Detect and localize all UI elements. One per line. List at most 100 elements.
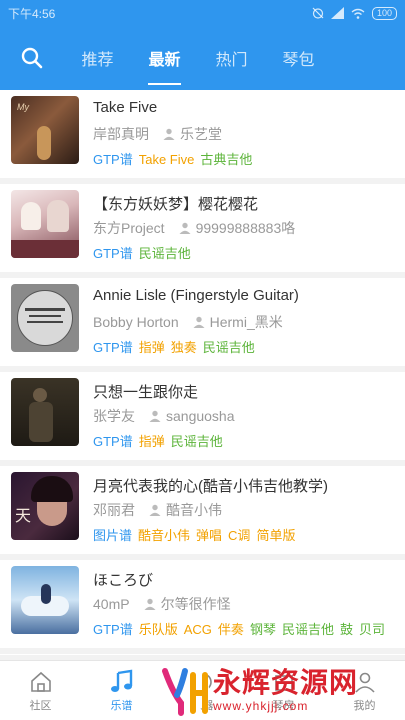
song-title: ほころび	[93, 572, 154, 589]
song-tags: GTP谱 Take Five 古典吉他	[93, 149, 258, 168]
uploader-name: Hermi_黑米	[209, 314, 283, 330]
tag[interactable]: 弹唱	[196, 528, 222, 543]
uploader: Hermi_黑米	[193, 312, 283, 332]
song-card[interactable]	[0, 654, 405, 655]
tab-bar: 推荐 最新 热门 琴包	[64, 26, 332, 90]
tag[interactable]: 独奏	[171, 340, 197, 355]
tab-latest[interactable]: 最新	[131, 26, 198, 90]
search-button[interactable]	[0, 26, 64, 90]
song-card[interactable]: 【东方妖妖梦】樱花樱花 东方Project 99999888883咯 GTP谱民…	[0, 184, 405, 272]
song-cover	[11, 566, 79, 634]
tag[interactable]: ACG	[184, 622, 212, 637]
uploader: 尔等很作怪	[144, 594, 231, 614]
song-meta: 岸部真明 乐艺堂	[93, 124, 222, 144]
tag[interactable]: 古典吉他	[200, 152, 252, 167]
bottom-nav-community[interactable]: 社区	[0, 661, 81, 720]
song-meta: 东方Project 99999888883咯	[93, 218, 295, 238]
song-artist: 东方Project	[93, 220, 165, 236]
song-card[interactable]: 天 月亮代表我的心(酷音小伟吉他教学) 邓丽君 酷音小伟 图片谱 酷音小伟 弹唱 C调…	[0, 466, 405, 554]
tag[interactable]: 乐队版	[139, 622, 178, 637]
song-list: My Take Five 岸部真明 乐艺堂 GTP谱 Take Five 古典吉他 …	[0, 90, 405, 655]
tag[interactable]: 民谣吉他	[171, 434, 223, 449]
user-icon	[144, 598, 156, 610]
song-tags: 图片谱 酷音小伟 弹唱 C调 简单版	[93, 525, 301, 544]
song-title: 【东方妖妖梦】樱花樱花	[93, 196, 259, 213]
user-icon	[193, 316, 205, 328]
song-tags: GTP谱 指弹 民谣吉他	[93, 431, 229, 450]
tag[interactable]: 伴奏	[218, 622, 244, 637]
uploader-name: 乐艺堂	[180, 126, 222, 142]
bottom-nav-scores[interactable]: 乐谱	[81, 661, 162, 720]
battery-icon: 100	[371, 6, 397, 20]
song-title: Take Five	[93, 99, 158, 116]
status-time: 下午4:56	[8, 6, 56, 21]
tag[interactable]: Take Five	[139, 152, 195, 167]
home-icon	[30, 671, 51, 692]
song-tags: GTP谱 乐队版 ACG 伴奏 钢琴 民谣吉他鼓贝司	[93, 619, 391, 638]
tag[interactable]: 鼓	[340, 622, 353, 637]
tag[interactable]: 酷音小伟	[138, 528, 190, 543]
song-artist: 张学友	[93, 408, 135, 424]
song-tags: GTP谱 指弹 独奏 民谣吉他	[93, 337, 261, 356]
watermark: 永辉资源网 www.yhkjjj.com	[157, 660, 405, 720]
uploader: 99999888883咯	[179, 218, 296, 238]
song-card[interactable]: My Take Five 岸部真明 乐艺堂 GTP谱 Take Five 古典吉他	[0, 90, 405, 178]
tag[interactable]: 民谣吉他	[139, 246, 191, 261]
tag[interactable]: GTP谱	[93, 152, 133, 167]
bottom-nav-label: 乐谱	[110, 699, 133, 712]
watermark-text: 永辉资源网 www.yhkjjj.com	[213, 667, 358, 713]
uploader-name: 99999888883咯	[195, 220, 296, 236]
signal-icon	[330, 7, 344, 19]
watermark-title: 永辉资源网	[213, 667, 359, 698]
song-artist: 岸部真明	[93, 126, 149, 142]
tag[interactable]: GTP谱	[93, 434, 133, 449]
song-title: 只想一生跟你走	[93, 384, 199, 401]
song-cover	[11, 284, 79, 352]
tag[interactable]: 指弹	[139, 434, 165, 449]
tab-recommend[interactable]: 推荐	[64, 26, 131, 90]
tag[interactable]: C调	[228, 528, 250, 543]
tab-bundle[interactable]: 琴包	[265, 26, 332, 90]
song-card[interactable]: ほころび 40mP 尔等很作怪 GTP谱 乐队版 ACG 伴奏 钢琴 民谣吉他鼓贝司	[0, 560, 405, 648]
song-artist: 40mP	[93, 596, 130, 612]
song-meta: 张学友 sanguosha	[93, 406, 235, 426]
bottom-nav-label: 社区	[29, 699, 52, 712]
song-card[interactable]: 只想一生跟你走 张学友 sanguosha GTP谱 指弹 民谣吉他	[0, 372, 405, 460]
watermark-url: www.yhkjjj.com	[213, 699, 309, 713]
tag[interactable]: GTP谱	[93, 340, 133, 355]
tag[interactable]: 钢琴	[250, 622, 276, 637]
tag[interactable]: GTP谱	[93, 246, 133, 261]
song-cover	[11, 378, 79, 446]
tag[interactable]: 贝司	[359, 622, 385, 637]
song-tags: GTP谱 民谣吉他	[93, 243, 197, 262]
top-nav: 推荐 最新 热门 琴包	[0, 26, 405, 90]
watermark-logo	[159, 665, 209, 716]
search-icon	[21, 47, 43, 69]
song-meta: Bobby Horton Hermi_黑米	[93, 312, 283, 332]
tag[interactable]: 图片谱	[93, 528, 132, 543]
song-artist: 邓丽君	[93, 502, 135, 518]
uploader-name: 酷音小伟	[166, 502, 222, 518]
uploader: 酷音小伟	[149, 500, 222, 520]
tag[interactable]: 民谣吉他	[203, 340, 255, 355]
uploader-name: sanguosha	[166, 408, 235, 424]
uploader-name: 尔等很作怪	[160, 596, 231, 612]
uploader: 乐艺堂	[163, 124, 222, 144]
uploader: sanguosha	[149, 408, 235, 424]
song-cover: My	[11, 96, 79, 164]
song-cover: 天	[11, 472, 79, 540]
status-icons: 100	[312, 6, 397, 20]
song-title: Annie Lisle (Fingerstyle Guitar)	[93, 287, 299, 304]
song-card[interactable]: Annie Lisle (Fingerstyle Guitar) Bobby H…	[0, 278, 405, 366]
tag[interactable]: GTP谱	[93, 622, 133, 637]
music-note-icon	[110, 669, 132, 692]
tag[interactable]: 指弹	[139, 340, 165, 355]
alarm-off-icon	[312, 7, 324, 19]
tab-hot[interactable]: 热门	[198, 26, 265, 90]
tag[interactable]: 简单版	[256, 528, 295, 543]
song-meta: 邓丽君 酷音小伟	[93, 500, 222, 520]
song-artist: Bobby Horton	[93, 314, 179, 330]
tag[interactable]: 民谣吉他	[282, 622, 334, 637]
user-icon	[163, 128, 175, 140]
song-meta: 40mP 尔等很作怪	[93, 594, 231, 614]
